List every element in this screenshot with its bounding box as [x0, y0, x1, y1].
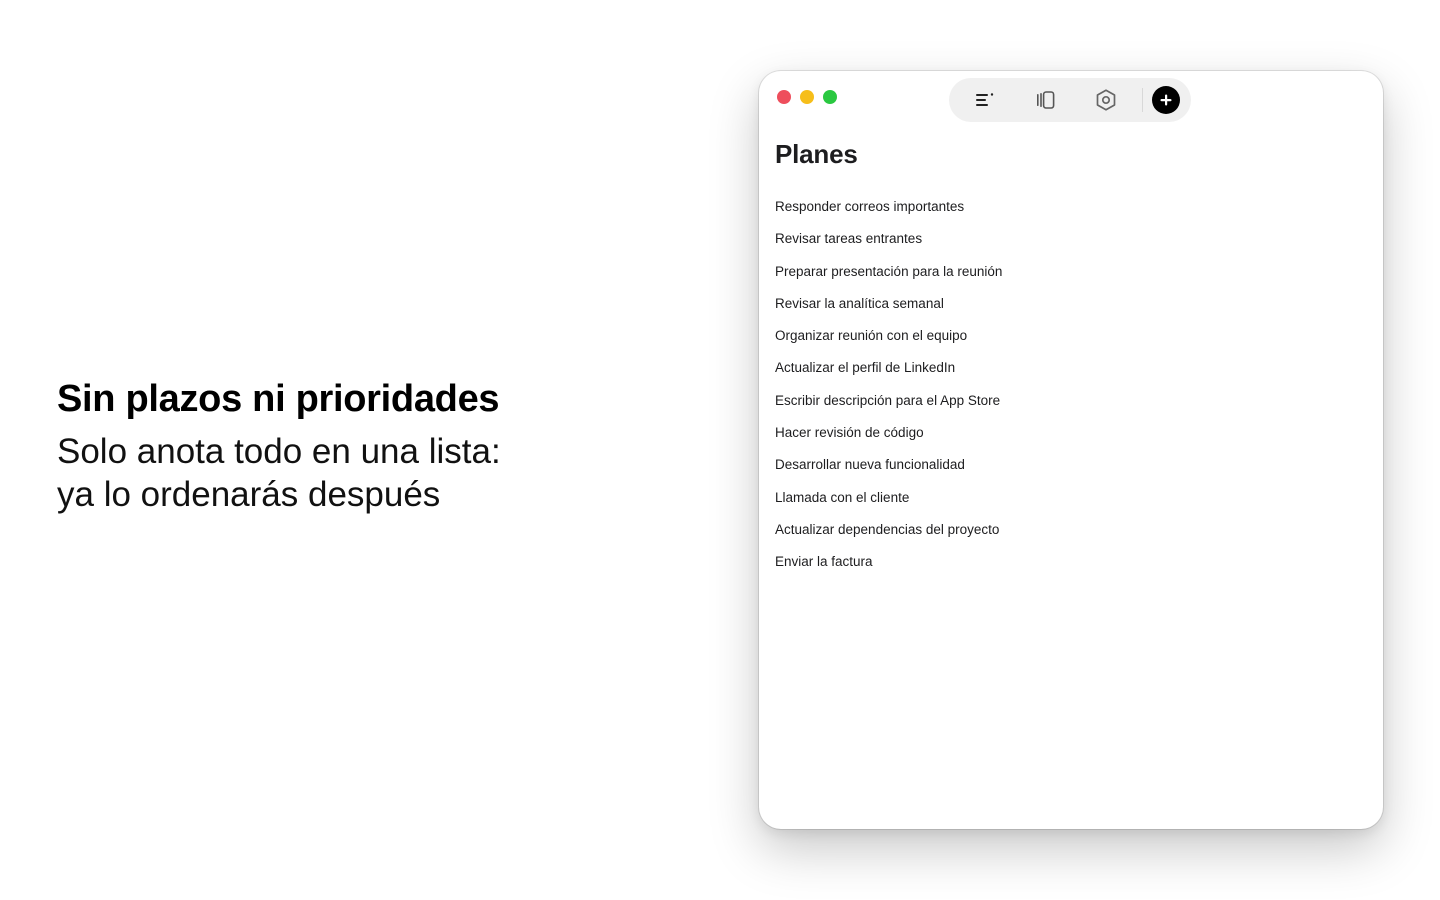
- task-item[interactable]: Actualizar el perfil de LinkedIn: [775, 359, 1002, 391]
- promo-text: Sin plazos ni prioridades Solo anota tod…: [57, 374, 657, 516]
- settings-button[interactable]: [1088, 82, 1124, 118]
- minimize-button[interactable]: [800, 90, 814, 104]
- task-item[interactable]: Hacer revisión de código: [775, 424, 1002, 456]
- zoom-button[interactable]: [823, 90, 837, 104]
- task-item[interactable]: Revisar tareas entrantes: [775, 230, 1002, 262]
- promo-subtitle-line: ya lo ordenarás después: [57, 475, 441, 514]
- task-item[interactable]: Enviar la factura: [775, 553, 1002, 585]
- task-item[interactable]: Organizar reunión con el equipo: [775, 327, 1002, 359]
- cards-view-button[interactable]: [1028, 82, 1064, 118]
- app-window: Planes Responder correos importantes Revi…: [759, 71, 1383, 829]
- task-item[interactable]: Llamada con el cliente: [775, 489, 1002, 521]
- cards-view-icon: [1037, 91, 1055, 109]
- toolbar-divider: [1142, 88, 1143, 112]
- close-button[interactable]: [777, 90, 791, 104]
- task-item[interactable]: Revisar la analítica semanal: [775, 295, 1002, 327]
- promo-subtitle-line: Solo anota todo en una lista:: [57, 432, 501, 471]
- task-item[interactable]: Desarrollar nueva funcionalidad: [775, 456, 1002, 488]
- task-item[interactable]: Responder correos importantes: [775, 198, 1002, 230]
- task-item[interactable]: Preparar presentación para la reunión: [775, 263, 1002, 295]
- add-task-button[interactable]: [1152, 86, 1180, 114]
- task-list: Responder correos importantes Revisar tar…: [775, 198, 1002, 586]
- settings-hexagon-icon: [1096, 89, 1116, 111]
- stage: Sin plazos ni prioridades Solo anota tod…: [0, 0, 1440, 900]
- task-item[interactable]: Escribir descripción para el App Store: [775, 392, 1002, 424]
- plus-icon: [1160, 94, 1172, 106]
- window-controls: [777, 90, 837, 104]
- toolbar: [949, 78, 1191, 122]
- sort-button[interactable]: [967, 82, 1003, 118]
- promo-title: Sin plazos ni prioridades: [57, 378, 500, 420]
- task-item[interactable]: Actualizar dependencias del proyecto: [775, 521, 1002, 553]
- list-sort-icon: [976, 93, 994, 106]
- promo-subtitle: Solo anota todo en una lista: ya lo orde…: [57, 430, 657, 516]
- list-title: Planes: [775, 139, 858, 169]
